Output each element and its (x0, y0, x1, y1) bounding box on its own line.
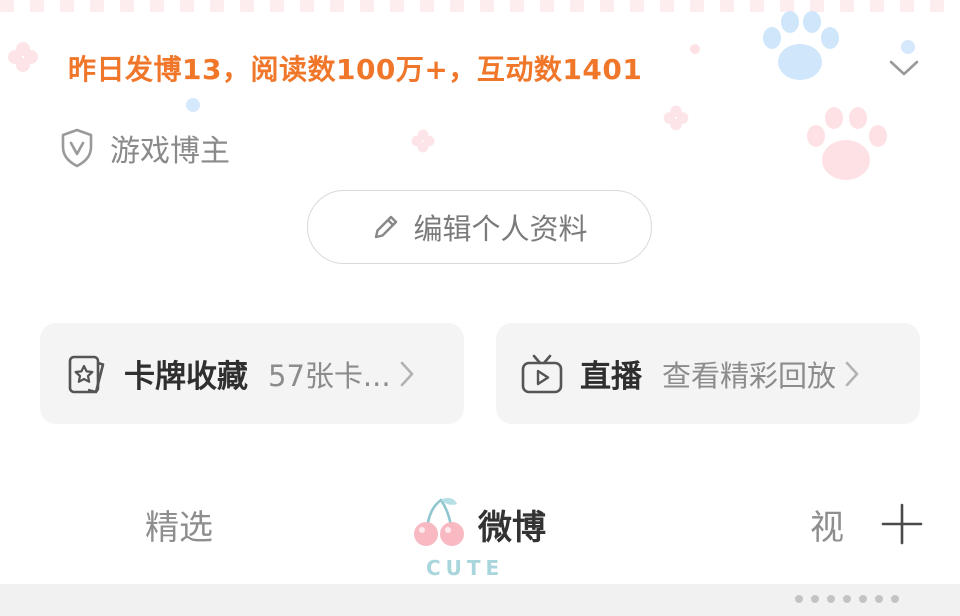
paw-print-icon (807, 107, 887, 180)
expand-stats-button[interactable] (884, 50, 924, 86)
dot (891, 595, 899, 603)
card-title: 直播 (580, 359, 642, 395)
card-subtitle: 查看精彩回放 (662, 358, 837, 393)
edit-profile-button[interactable]: 编辑个人资料 (307, 190, 652, 264)
chevron-right-icon (845, 361, 859, 386)
decor-dot (186, 98, 200, 112)
chevron-down-icon (889, 60, 919, 76)
shield-v-icon (61, 128, 93, 168)
profile-stats-line: 昨日发博13，阅读数100万+，互动数1401 (68, 53, 643, 86)
live-card[interactable]: 直播 查看精彩回放 (496, 323, 920, 424)
cherry-icon (414, 497, 464, 546)
tab-weibo[interactable]: 微博 (478, 500, 546, 549)
dot (811, 595, 819, 603)
verified-label: 游戏博主 (110, 134, 230, 169)
edit-profile-label: 编辑个人资料 (413, 212, 588, 246)
card-collection-card[interactable]: 卡牌收藏 57张卡... (40, 323, 464, 424)
tab-featured[interactable]: 精选 (145, 500, 213, 549)
dot (875, 595, 883, 603)
card-title: 卡牌收藏 (124, 359, 248, 395)
dot (795, 595, 803, 603)
tab-video[interactable]: 视 (810, 500, 844, 549)
flower-decor-icon (663, 105, 689, 131)
chevron-right-icon (400, 361, 413, 386)
dot (843, 595, 851, 603)
dot (827, 595, 835, 603)
add-tab-button[interactable] (880, 502, 924, 546)
more-options-icon[interactable] (795, 595, 899, 603)
dot (859, 595, 867, 603)
card-star-icon (68, 355, 105, 393)
verified-tag[interactable]: 游戏博主 (60, 126, 230, 170)
decor-dot (690, 44, 700, 54)
flower-decor-icon (411, 129, 435, 153)
card-subtitle: 57张卡... (268, 358, 391, 393)
active-tab-badge: CUTE (426, 556, 505, 580)
tv-play-icon (521, 354, 563, 393)
flower-decor-icon (8, 42, 38, 72)
paw-print-icon (763, 11, 839, 80)
pencil-icon (375, 215, 398, 239)
